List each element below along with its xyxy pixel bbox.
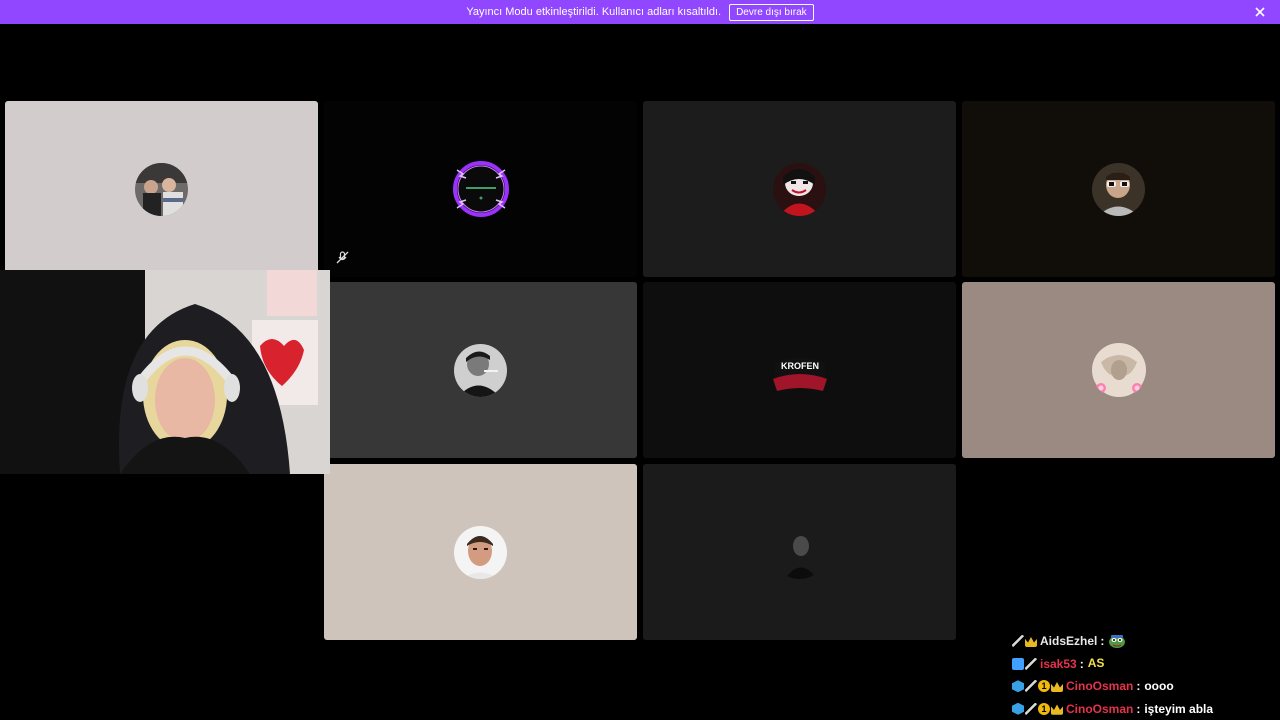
- sword-badge-icon: [1025, 680, 1037, 693]
- chat-username[interactable]: AidsEzhel: [1040, 634, 1097, 648]
- participant-tile[interactable]: KROFEN: [643, 282, 956, 458]
- chat-username[interactable]: CinoOsman: [1066, 702, 1133, 716]
- participant-tile[interactable]: [962, 101, 1275, 277]
- banner-message: Yayıncı Modu etkinleştirildi. Kullanıcı …: [466, 6, 722, 18]
- chat-separator: :: [1100, 634, 1105, 649]
- as-emote-icon: AS: [1087, 655, 1105, 670]
- participant-avatar: [773, 525, 826, 579]
- chat-message: isak53 : AS: [1012, 653, 1274, 676]
- participant-tile[interactable]: [643, 101, 956, 277]
- participant-tile[interactable]: [324, 282, 637, 458]
- mic-muted-icon: [336, 251, 349, 264]
- chat-username[interactable]: isak53: [1040, 657, 1077, 671]
- chat-message: 1 CinoOsman : oooo: [1012, 675, 1274, 698]
- streamer-webcam: [0, 270, 330, 474]
- participant-avatar: [135, 162, 188, 216]
- participant-tile[interactable]: [324, 101, 637, 277]
- sword-badge-icon: [1025, 702, 1037, 715]
- chat-username[interactable]: CinoOsman: [1066, 679, 1133, 693]
- participant-avatar: [1091, 342, 1147, 398]
- chat-message: AidsEzhel :: [1012, 630, 1274, 653]
- krofen-label: KROFEN: [781, 361, 819, 371]
- chat-overlay: AidsEzhel : isak53 : AS 1 CinoOsman : oo…: [1012, 630, 1274, 720]
- pepe-emote-icon: [1108, 633, 1126, 649]
- coin-badge-icon: 1: [1038, 702, 1050, 715]
- crown-badge-icon: [1025, 637, 1037, 648]
- participant-tile[interactable]: [324, 464, 637, 640]
- chat-text: işteyim abla: [1144, 701, 1214, 716]
- close-icon[interactable]: [1252, 4, 1268, 20]
- cube-badge-icon: [1012, 680, 1024, 693]
- chat-separator: :: [1136, 701, 1141, 716]
- participant-avatar: [454, 525, 507, 579]
- crown-badge-icon: [1051, 682, 1063, 693]
- participant-avatar: KROFEN: [768, 339, 831, 401]
- cube-badge-icon: [1012, 702, 1024, 715]
- participant-tile[interactable]: [5, 101, 318, 277]
- participant-tile[interactable]: [643, 464, 956, 640]
- participant-avatar: [1092, 162, 1145, 216]
- sword-badge-icon: [1025, 657, 1037, 670]
- participant-avatar: [773, 162, 826, 216]
- participant-avatar: [452, 160, 510, 218]
- participant-avatar: [454, 343, 507, 397]
- participant-tile[interactable]: [962, 282, 1275, 458]
- disable-streamer-mode-button[interactable]: Devre dışı bırak: [729, 3, 814, 21]
- sword-badge-icon: [1012, 635, 1024, 648]
- chat-separator: :: [1079, 656, 1084, 671]
- crown-badge-icon: [1051, 704, 1063, 715]
- chat-separator: :: [1136, 679, 1141, 694]
- blue-badge-icon: [1012, 657, 1024, 670]
- chat-message: 1 CinoOsman : işteyim abla: [1012, 698, 1274, 720]
- coin-badge-icon: 1: [1038, 680, 1050, 693]
- streamer-mode-banner: Yayıncı Modu etkinleştirildi. Kullanıcı …: [0, 0, 1280, 24]
- chat-text: oooo: [1144, 679, 1174, 694]
